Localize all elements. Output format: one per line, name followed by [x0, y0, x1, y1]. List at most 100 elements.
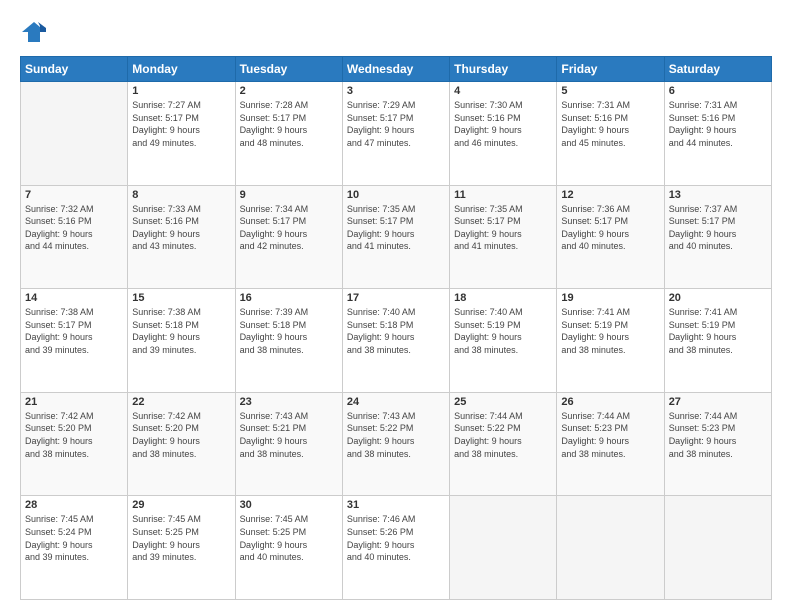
calendar-cell: [450, 496, 557, 600]
day-number: 2: [240, 85, 338, 97]
calendar-week-row: 28 Sunrise: 7:45 AMSunset: 5:24 PMDayligh…: [21, 496, 772, 600]
header-thursday: Thursday: [450, 57, 557, 82]
calendar-week-row: 7 Sunrise: 7:32 AMSunset: 5:16 PMDaylight…: [21, 185, 772, 289]
day-number: 7: [25, 189, 123, 201]
header-sunday: Sunday: [21, 57, 128, 82]
calendar-cell: 29 Sunrise: 7:45 AMSunset: 5:25 PMDayligh…: [128, 496, 235, 600]
calendar-cell: 8 Sunrise: 7:33 AMSunset: 5:16 PMDaylight…: [128, 185, 235, 289]
calendar-cell: 5 Sunrise: 7:31 AMSunset: 5:16 PMDaylight…: [557, 82, 664, 186]
day-info: Sunrise: 7:42 AMSunset: 5:20 PMDaylight:…: [25, 410, 123, 460]
calendar-cell: 22 Sunrise: 7:42 AMSunset: 5:20 PMDayligh…: [128, 392, 235, 496]
day-info: Sunrise: 7:39 AMSunset: 5:18 PMDaylight:…: [240, 306, 338, 356]
calendar-cell: 25Sunrise: 7:44 AMSunset: 5:22 PMDayligh…: [450, 392, 557, 496]
day-number: 26: [561, 396, 659, 408]
day-number: 20: [669, 292, 767, 304]
calendar-cell: 12 Sunrise: 7:36 AMSunset: 5:17 PMDayligh…: [557, 185, 664, 289]
day-info: Sunrise: 7:31 AMSunset: 5:16 PMDaylight:…: [561, 99, 659, 149]
calendar-cell: 17 Sunrise: 7:40 AMSunset: 5:18 PMDayligh…: [342, 289, 449, 393]
day-info: Sunrise: 7:37 AMSunset: 5:17 PMDaylight:…: [669, 203, 767, 253]
weekday-header-row: Sunday Monday Tuesday Wednesday Thursday…: [21, 57, 772, 82]
calendar-cell: 6 Sunrise: 7:31 AMSunset: 5:16 PMDaylight…: [664, 82, 771, 186]
calendar-cell: 27Sunrise: 7:44 AMSunset: 5:23 PMDayligh…: [664, 392, 771, 496]
day-number: 8: [132, 189, 230, 201]
day-info: Sunrise: 7:33 AMSunset: 5:16 PMDaylight:…: [132, 203, 230, 253]
day-info: Sunrise: 7:32 AMSunset: 5:16 PMDaylight:…: [25, 203, 123, 253]
day-number: 17: [347, 292, 445, 304]
day-info: Sunrise: 7:40 AMSunset: 5:18 PMDaylight:…: [347, 306, 445, 356]
day-info: Sunrise: 7:35 AMSunset: 5:17 PMDaylight:…: [454, 203, 552, 253]
calendar-cell: 13 Sunrise: 7:37 AMSunset: 5:17 PMDayligh…: [664, 185, 771, 289]
calendar-cell: 15 Sunrise: 7:38 AMSunset: 5:18 PMDayligh…: [128, 289, 235, 393]
day-info: Sunrise: 7:41 AMSunset: 5:19 PMDaylight:…: [561, 306, 659, 356]
day-number: 30: [240, 499, 338, 511]
day-info: Sunrise: 7:38 AMSunset: 5:18 PMDaylight:…: [132, 306, 230, 356]
day-info: Sunrise: 7:45 AMSunset: 5:25 PMDaylight:…: [240, 513, 338, 563]
calendar-cell: 1 Sunrise: 7:27 AMSunset: 5:17 PMDaylight…: [128, 82, 235, 186]
day-info: Sunrise: 7:31 AMSunset: 5:16 PMDaylight:…: [669, 99, 767, 149]
day-number: 13: [669, 189, 767, 201]
calendar-cell: 31 Sunrise: 7:46 AMSunset: 5:26 PMDayligh…: [342, 496, 449, 600]
header-saturday: Saturday: [664, 57, 771, 82]
calendar-cell: 4 Sunrise: 7:30 AMSunset: 5:16 PMDaylight…: [450, 82, 557, 186]
day-info: Sunrise: 7:44 AMSunset: 5:22 PMDaylight:…: [454, 410, 552, 460]
calendar-cell: 14Sunrise: 7:38 AMSunset: 5:17 PMDayligh…: [21, 289, 128, 393]
day-number: 10: [347, 189, 445, 201]
day-number: 6: [669, 85, 767, 97]
day-number: 12: [561, 189, 659, 201]
day-info: Sunrise: 7:44 AMSunset: 5:23 PMDaylight:…: [669, 410, 767, 460]
calendar-cell: [21, 82, 128, 186]
day-number: 18: [454, 292, 552, 304]
day-info: Sunrise: 7:45 AMSunset: 5:24 PMDaylight:…: [25, 513, 123, 563]
calendar-cell: 26 Sunrise: 7:44 AMSunset: 5:23 PMDayligh…: [557, 392, 664, 496]
day-info: Sunrise: 7:45 AMSunset: 5:25 PMDaylight:…: [132, 513, 230, 563]
calendar-cell: [557, 496, 664, 600]
calendar-cell: 7 Sunrise: 7:32 AMSunset: 5:16 PMDaylight…: [21, 185, 128, 289]
day-info: Sunrise: 7:38 AMSunset: 5:17 PMDaylight:…: [25, 306, 123, 356]
day-info: Sunrise: 7:44 AMSunset: 5:23 PMDaylight:…: [561, 410, 659, 460]
day-number: 28: [25, 499, 123, 511]
day-number: 24: [347, 396, 445, 408]
calendar-cell: 3 Sunrise: 7:29 AMSunset: 5:17 PMDaylight…: [342, 82, 449, 186]
calendar-cell: 19Sunrise: 7:41 AMSunset: 5:19 PMDayligh…: [557, 289, 664, 393]
day-info: Sunrise: 7:43 AMSunset: 5:22 PMDaylight:…: [347, 410, 445, 460]
day-info: Sunrise: 7:42 AMSunset: 5:20 PMDaylight:…: [132, 410, 230, 460]
calendar-cell: 11 Sunrise: 7:35 AMSunset: 5:17 PMDayligh…: [450, 185, 557, 289]
day-number: 29: [132, 499, 230, 511]
calendar-week-row: 1 Sunrise: 7:27 AMSunset: 5:17 PMDaylight…: [21, 82, 772, 186]
calendar-cell: 21Sunrise: 7:42 AMSunset: 5:20 PMDayligh…: [21, 392, 128, 496]
calendar-cell: 20Sunrise: 7:41 AMSunset: 5:19 PMDayligh…: [664, 289, 771, 393]
day-number: 5: [561, 85, 659, 97]
day-info: Sunrise: 7:34 AMSunset: 5:17 PMDaylight:…: [240, 203, 338, 253]
day-info: Sunrise: 7:29 AMSunset: 5:17 PMDaylight:…: [347, 99, 445, 149]
calendar-cell: 24 Sunrise: 7:43 AMSunset: 5:22 PMDayligh…: [342, 392, 449, 496]
header-wednesday: Wednesday: [342, 57, 449, 82]
day-number: 4: [454, 85, 552, 97]
day-info: Sunrise: 7:27 AMSunset: 5:17 PMDaylight:…: [132, 99, 230, 149]
day-info: Sunrise: 7:40 AMSunset: 5:19 PMDaylight:…: [454, 306, 552, 356]
day-number: 3: [347, 85, 445, 97]
calendar-cell: 23Sunrise: 7:43 AMSunset: 5:21 PMDayligh…: [235, 392, 342, 496]
day-number: 11: [454, 189, 552, 201]
day-info: Sunrise: 7:35 AMSunset: 5:17 PMDaylight:…: [347, 203, 445, 253]
header: [20, 18, 772, 46]
logo: [20, 18, 54, 46]
calendar-week-row: 14Sunrise: 7:38 AMSunset: 5:17 PMDayligh…: [21, 289, 772, 393]
calendar-table: Sunday Monday Tuesday Wednesday Thursday…: [20, 56, 772, 600]
calendar-cell: 10 Sunrise: 7:35 AMSunset: 5:17 PMDayligh…: [342, 185, 449, 289]
day-info: Sunrise: 7:30 AMSunset: 5:16 PMDaylight:…: [454, 99, 552, 149]
header-monday: Monday: [128, 57, 235, 82]
day-info: Sunrise: 7:46 AMSunset: 5:26 PMDaylight:…: [347, 513, 445, 563]
day-number: 22: [132, 396, 230, 408]
logo-icon: [20, 18, 48, 46]
day-number: 1: [132, 85, 230, 97]
calendar-cell: 30 Sunrise: 7:45 AMSunset: 5:25 PMDayligh…: [235, 496, 342, 600]
calendar-week-row: 21Sunrise: 7:42 AMSunset: 5:20 PMDayligh…: [21, 392, 772, 496]
day-info: Sunrise: 7:43 AMSunset: 5:21 PMDaylight:…: [240, 410, 338, 460]
calendar-cell: 18 Sunrise: 7:40 AMSunset: 5:19 PMDayligh…: [450, 289, 557, 393]
day-number: 31: [347, 499, 445, 511]
day-number: 15: [132, 292, 230, 304]
day-number: 16: [240, 292, 338, 304]
day-info: Sunrise: 7:36 AMSunset: 5:17 PMDaylight:…: [561, 203, 659, 253]
day-info: Sunrise: 7:28 AMSunset: 5:17 PMDaylight:…: [240, 99, 338, 149]
header-tuesday: Tuesday: [235, 57, 342, 82]
